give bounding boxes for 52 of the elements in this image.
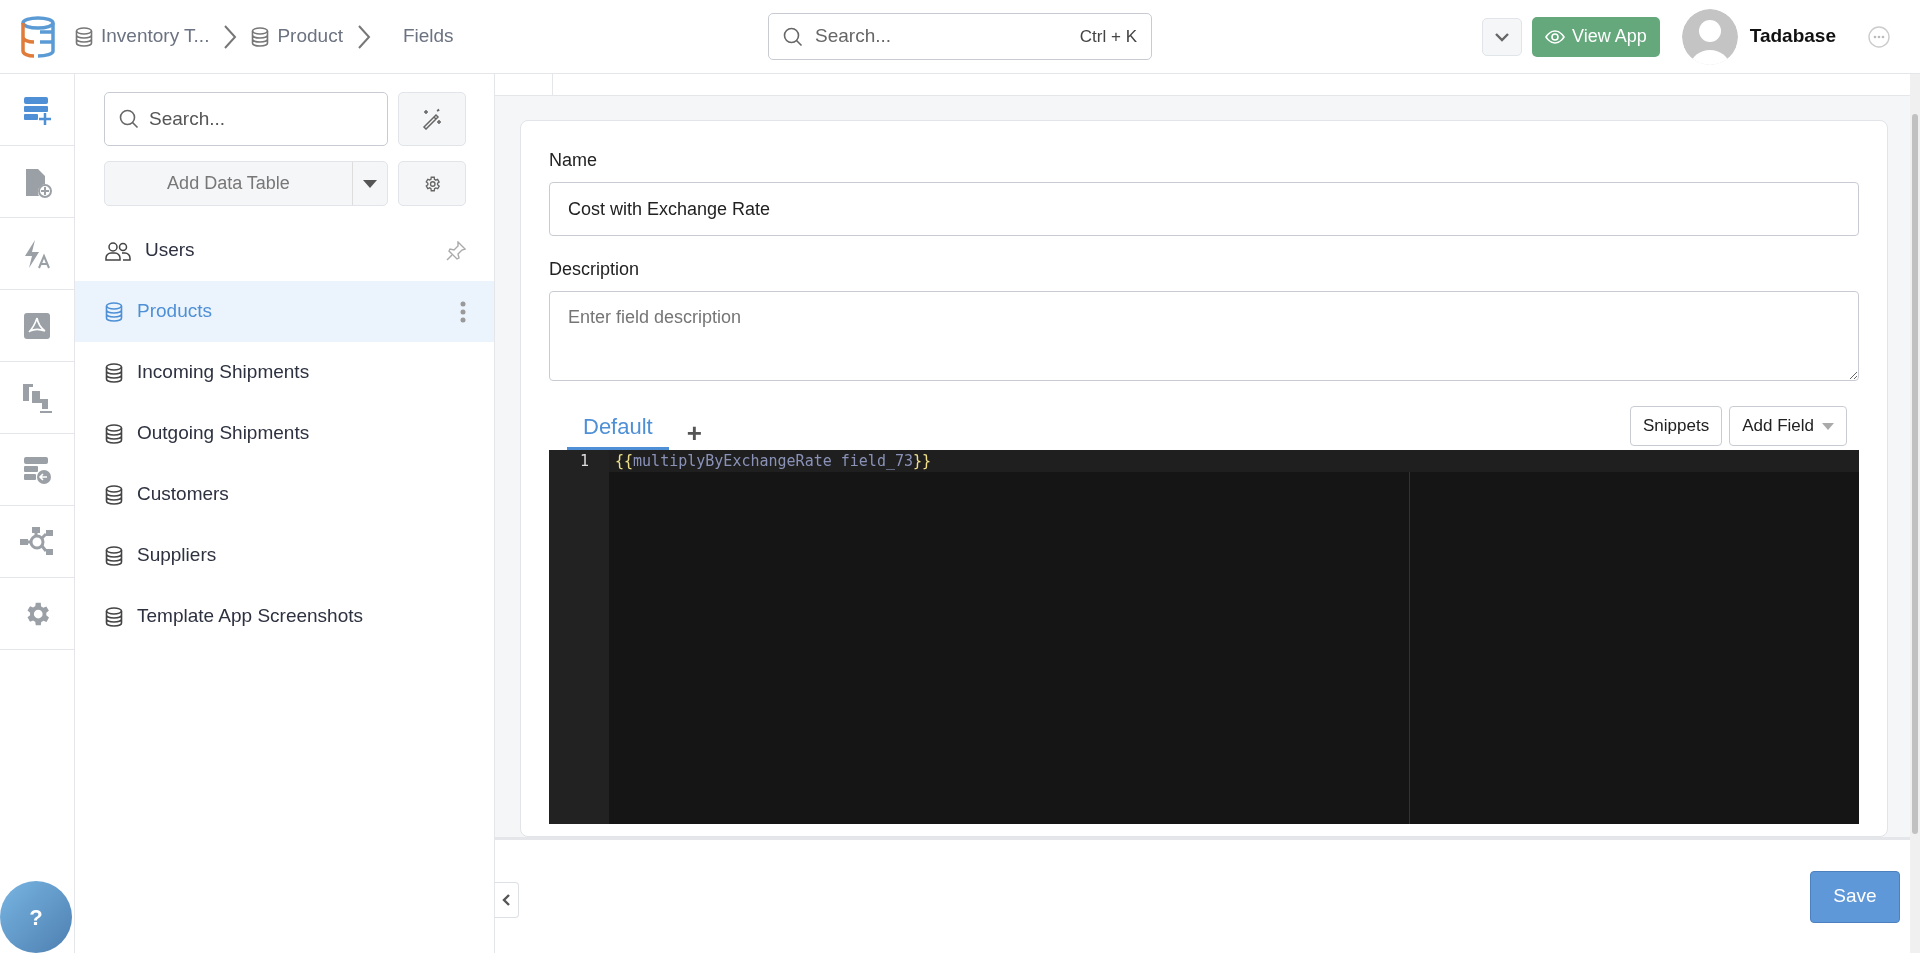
database-icon (105, 423, 123, 444)
magic-wand-icon (421, 108, 443, 130)
settings-icon (423, 174, 441, 193)
chevron-left-icon (502, 893, 511, 907)
code-editor[interactable]: 1 {{multiplyByExchangeRate field_73}} (549, 450, 1859, 824)
eye-icon (1545, 29, 1565, 44)
database-icon (75, 26, 93, 47)
database-icon (105, 362, 123, 383)
table-list-item[interactable]: Suppliers (75, 525, 494, 586)
editor-button[interactable]: Add Field (1729, 406, 1847, 446)
magic-button[interactable] (398, 92, 466, 146)
settings-button[interactable] (398, 161, 466, 206)
editor-button[interactable]: Snippets (1630, 406, 1723, 446)
logo-icon (19, 15, 56, 58)
breadcrumb-link[interactable]: Inventory T... (75, 22, 210, 51)
table-list-item[interactable]: Users (75, 220, 494, 281)
add-tab-button[interactable]: + (682, 420, 706, 450)
pdf-icon (22, 310, 52, 341)
chevron-right-icon (223, 23, 238, 50)
table-list-item[interactable]: Template App Screenshots (75, 586, 494, 647)
name-input[interactable]: Cost with Exchange Rate (549, 182, 1859, 236)
description-label: Description (549, 258, 641, 281)
collapse-button[interactable] (495, 882, 519, 918)
caret-down-icon (363, 180, 377, 189)
table-list-item[interactable]: Incoming Shipments (75, 342, 494, 403)
search-icon (783, 26, 803, 47)
breadcrumb-link[interactable]: Fields (384, 22, 454, 51)
table-list-item[interactable]: Outgoing Shipments (75, 403, 494, 464)
description-input[interactable]: Enter field description (549, 291, 1859, 381)
dropdown-button[interactable] (1482, 17, 1522, 56)
users-icon (105, 240, 131, 261)
more-icon[interactable] (1868, 25, 1890, 48)
kebab-menu-icon[interactable] (460, 300, 466, 323)
pin-icon[interactable] (446, 240, 466, 261)
table-list-item[interactable]: Customers (75, 464, 494, 525)
name-label: Name (549, 149, 598, 172)
database-icon (105, 545, 123, 566)
caret-down-icon (1822, 422, 1834, 430)
network-icon (19, 525, 55, 558)
global-search-field[interactable]: Search... Ctrl + K (768, 13, 1152, 60)
scrollbar[interactable] (1910, 74, 1920, 953)
database-icon (105, 606, 123, 627)
user-name: Tadabase (1749, 24, 1836, 49)
chevron-right-icon (356, 23, 371, 50)
breadcrumb-link[interactable]: Product (251, 22, 343, 51)
database-icon (105, 484, 123, 505)
table-search-field[interactable]: Search... (104, 92, 388, 146)
database-icon (105, 301, 123, 322)
search-icon (119, 109, 139, 129)
database-icon (251, 26, 270, 47)
chevron-down-icon (1494, 31, 1510, 42)
line-number: 1 (578, 451, 590, 472)
